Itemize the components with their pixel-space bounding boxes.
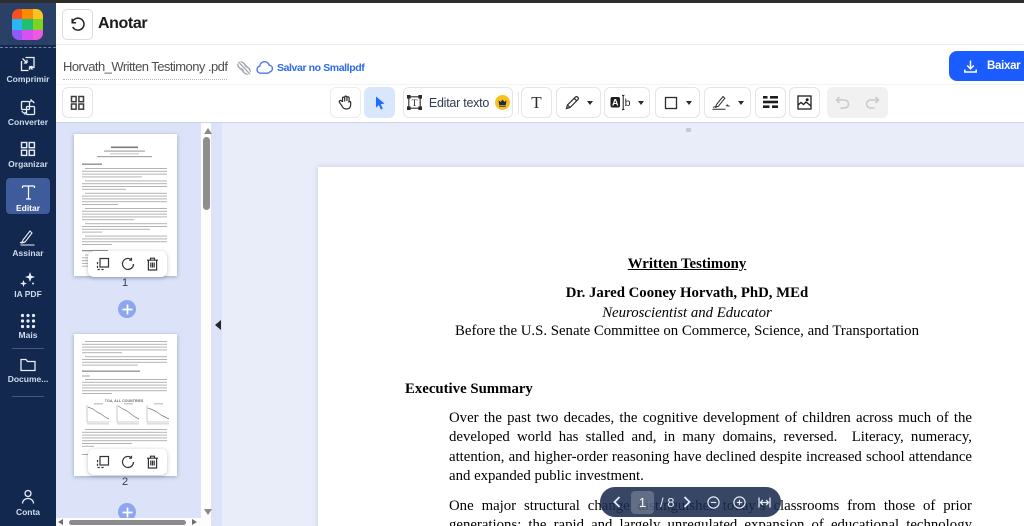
svg-text:A: A: [612, 98, 619, 108]
svg-text:b: b: [625, 97, 631, 109]
svg-text:TOA, ALL COUNTRIES: TOA, ALL COUNTRIES: [105, 399, 144, 403]
svg-text:T: T: [411, 99, 417, 109]
